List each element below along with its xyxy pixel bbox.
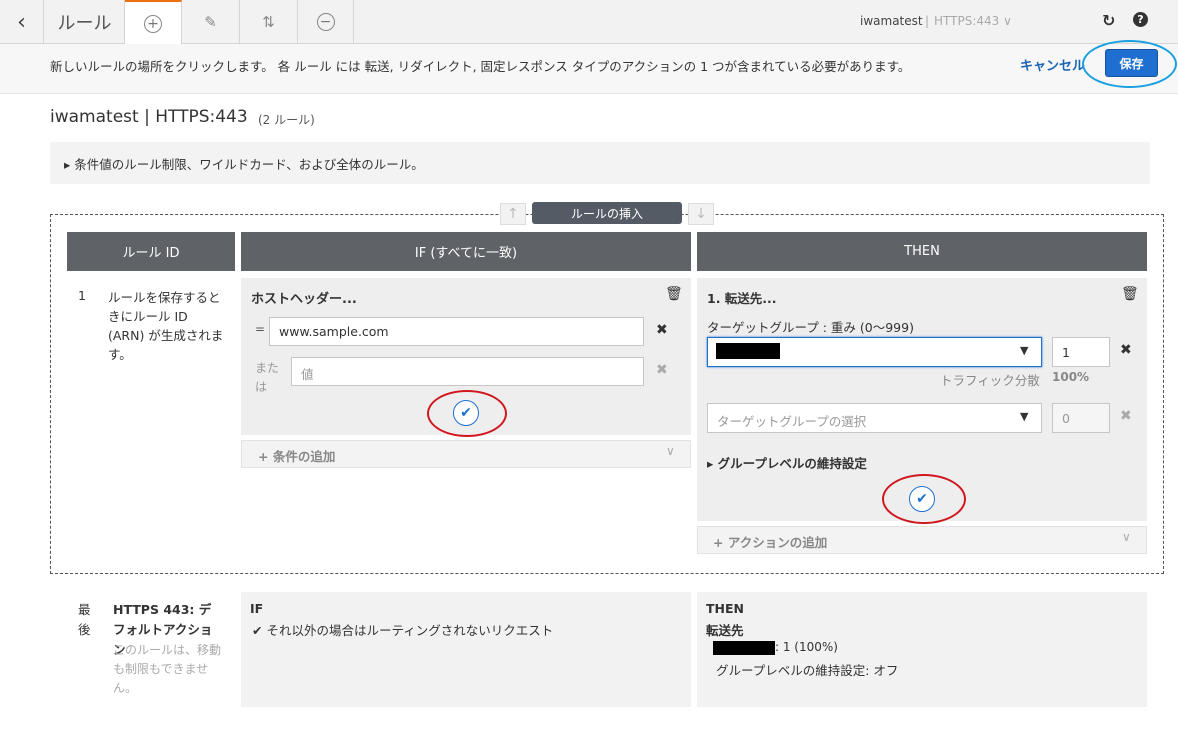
plus-circle-icon: + [144, 14, 162, 33]
minus-circle-icon: − [316, 13, 335, 31]
traffic-distribution-value: 100% [1052, 370, 1090, 384]
default-weight-text: : 1 (100%) [775, 640, 838, 654]
traffic-distribution-label: トラフィック分散 [940, 373, 1040, 388]
weight-input[interactable]: 1 [1052, 337, 1110, 367]
action-title: 1. 転送先... [707, 291, 777, 306]
cancel-link[interactable]: キャンセル [1020, 55, 1085, 74]
load-balancer-name: iwamatest [860, 14, 923, 28]
help-icon[interactable]: ? [1133, 12, 1148, 27]
column-header-if: IF (すべてに一致) [241, 232, 691, 271]
rule-count: (2 ルール) [258, 113, 315, 127]
caret-down-icon: ▼ [1020, 344, 1029, 357]
refresh-icon[interactable]: ↻ [1102, 11, 1115, 30]
tab-add-rule[interactable]: + [125, 0, 182, 45]
value-input[interactable]: 値 [291, 357, 644, 386]
info-message: 新しいルールの場所をクリックします。 各 ルール には 転送, リダイレクト, … [50, 59, 911, 74]
default-if-text: ✔ それ以外の場合はルーティングされないリクエスト [252, 623, 554, 638]
weight-input-2[interactable]: 0 [1052, 403, 1110, 433]
last-rule-label: 最後 [78, 602, 91, 637]
rules-title: ルール [45, 0, 125, 44]
pencil-icon: ✎ [204, 13, 217, 31]
host-header-input[interactable]: www.sample.com [269, 317, 644, 346]
caret-down-icon: ▼ [1020, 410, 1029, 423]
plus-icon: + [258, 449, 273, 464]
chevron-left-icon: ‹ [17, 9, 26, 35]
insert-rule-label: ルールの挿入 [532, 202, 682, 224]
move-up-button[interactable]: ↑ [500, 203, 526, 225]
up-down-arrows-icon: ⇅ [262, 13, 275, 31]
trash-icon[interactable]: 🗑 [1121, 286, 1139, 302]
close-icon[interactable]: ✖ [1120, 342, 1132, 358]
add-action-label[interactable]: + アクションの追加 [713, 532, 827, 551]
check-circle-icon[interactable]: ✔ [909, 486, 935, 512]
operator-label: = [255, 322, 266, 336]
redacted-target-group [713, 641, 775, 655]
column-header-then: THEN [697, 232, 1147, 271]
rule-id-description: ルールを保存するときにルール ID (ARN) が生成されます。 [108, 290, 224, 362]
back-button[interactable]: ‹ [0, 0, 44, 44]
trash-icon[interactable]: 🗑 [665, 286, 683, 302]
chevron-down-icon: ∨ [666, 444, 675, 458]
save-button[interactable]: 保存 [1105, 49, 1158, 77]
close-icon[interactable]: ✖ [1120, 408, 1132, 424]
page-title: iwamatest | HTTPS:443 [50, 107, 248, 127]
move-down-button[interactable]: ↓ [688, 203, 714, 225]
condition-title: ホストヘッダー... [251, 292, 357, 307]
redacted-target-group [716, 343, 780, 359]
stickiness-toggle[interactable]: ▸ グループレベルの維持設定 [707, 453, 867, 472]
expander-label[interactable]: ▸ 条件値のルール制限、ワイルドカード、および全体のルール。 [64, 154, 424, 173]
add-condition-label[interactable]: + 条件の追加 [258, 446, 335, 465]
target-group-select-2[interactable]: ターゲットグループの選択 [707, 403, 1042, 433]
listener-selector[interactable]: HTTPS:443 ∨ [934, 14, 1012, 28]
close-icon[interactable]: ✖ [656, 322, 668, 338]
tab-delete-rule[interactable]: − [298, 0, 354, 44]
default-if-title: IF [250, 601, 264, 616]
listener-separator: | [925, 14, 930, 28]
default-then-title: THEN [706, 601, 744, 616]
target-group-label: ターゲットグループ : 重み (0〜999) [707, 320, 914, 335]
default-forward-label: 転送先 [706, 623, 744, 638]
tab-reorder-rules[interactable]: ⇅ [240, 0, 298, 44]
arrow-up-icon: ↑ [507, 206, 519, 222]
tab-edit-rule[interactable]: ✎ [182, 0, 240, 44]
default-rule-description: このルールは、移動も制限もできません。 [113, 643, 222, 695]
rule-number: 1 [78, 288, 86, 303]
arrow-down-icon: ↓ [695, 206, 707, 222]
check-circle-icon[interactable]: ✔ [453, 400, 479, 426]
column-header-rule-id: ルール ID [67, 232, 235, 271]
chevron-down-icon: ∨ [1122, 530, 1131, 544]
check-icon: ✔ [252, 623, 267, 638]
plus-icon: + [713, 535, 728, 550]
or-label: または [255, 361, 280, 394]
close-icon[interactable]: ✖ [656, 362, 668, 378]
caret-right-icon: ▸ [707, 456, 718, 471]
default-if-panel [241, 592, 691, 707]
default-stickiness-text: グループレベルの維持設定: オフ [716, 663, 899, 678]
